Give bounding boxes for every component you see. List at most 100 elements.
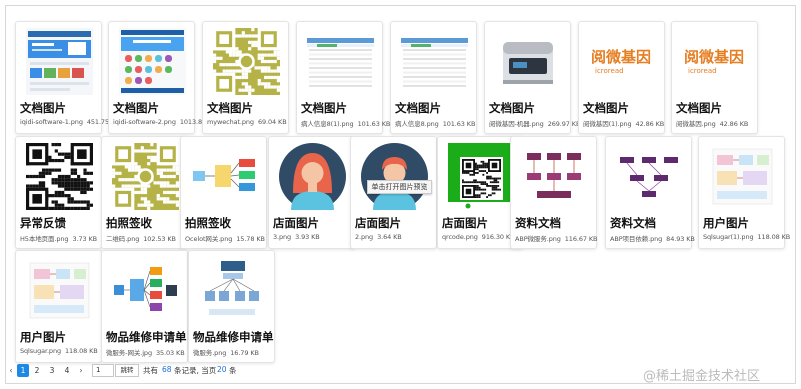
page-suffix: 条 bbox=[229, 366, 237, 375]
file-size: 42.86 KB bbox=[635, 120, 665, 128]
file-meta: mywechat.png 69.04 KB bbox=[207, 118, 287, 126]
file-title: 异常反馈 bbox=[20, 216, 66, 230]
file-thumbnail[interactable] bbox=[119, 28, 186, 95]
file-meta: ABP微服务.png 116.67 KB bbox=[515, 233, 598, 243]
file-meta: 阅微基因.png 42.86 KB bbox=[676, 118, 748, 128]
file-size: 116.67 KB bbox=[564, 235, 598, 243]
file-card[interactable]: 文档图片 mywechat.png 69.04 KB bbox=[202, 21, 289, 134]
file-thumbnail[interactable] bbox=[616, 143, 683, 210]
file-thumbnail[interactable] bbox=[112, 143, 179, 210]
file-name: 阅微基因-机器.png bbox=[489, 120, 544, 128]
file-meta: 3.png 3.93 KB bbox=[273, 233, 320, 241]
file-card[interactable]: 拍照签收二维码.png 102.53 KB bbox=[101, 136, 188, 249]
file-title: 资料文档 bbox=[515, 216, 561, 230]
jump-button[interactable]: 跳转 bbox=[115, 364, 139, 377]
file-name: Sqlsugar(1).png bbox=[703, 233, 754, 241]
page-button-1[interactable]: 1 bbox=[17, 364, 29, 377]
file-thumbnail[interactable] bbox=[199, 257, 266, 324]
file-title: 店面图片 bbox=[355, 216, 401, 230]
svg-text:icroread: icroread bbox=[688, 67, 717, 75]
file-thumbnail[interactable] bbox=[448, 143, 515, 210]
file-name: 阅微基因(1).png bbox=[583, 120, 632, 128]
file-title: 物品维修申请单 bbox=[106, 330, 187, 344]
file-card[interactable]: 拍照签收 Ocelot网关.png 15.78 KB bbox=[180, 136, 267, 249]
file-title: 拍照签收 bbox=[106, 216, 152, 230]
file-card[interactable]: 文档图片 病人信息8.png 101.63 KB bbox=[390, 21, 477, 134]
file-thumbnail[interactable] bbox=[401, 28, 468, 95]
file-size: 84.93 KB bbox=[666, 235, 695, 243]
file-thumbnail[interactable]: 阅微基因 icroread bbox=[682, 28, 749, 95]
file-size: 3.73 KB bbox=[72, 235, 98, 243]
file-card[interactable]: 资料文档 ABP微服务.png 116.67 KB bbox=[510, 136, 598, 249]
file-card[interactable]: 用户图片 Sqlsugar.png 118.08 KB bbox=[15, 250, 102, 363]
file-name: 3.png bbox=[273, 233, 292, 241]
watermark: @稀土掘金技术社区 bbox=[643, 369, 761, 384]
file-card[interactable]: 资料文档 ABP项目依赖.png 84.93 KB bbox=[605, 136, 695, 249]
file-meta: iqidi-software-1.png 451.75 KB bbox=[20, 118, 120, 126]
file-card[interactable]: 物品维修申请单 微服务.png 16.79 KB bbox=[188, 250, 275, 363]
file-meta: 病人信息8(1).png 101.63 KB bbox=[301, 118, 390, 128]
file-card[interactable]: 文档图片 阅微基因-机器.png 269.97 KB bbox=[484, 21, 580, 134]
file-meta: iqidi-software-2.png 1013.87 KB bbox=[113, 118, 217, 126]
file-name: 微服务-网关.jpg bbox=[106, 349, 152, 357]
file-thumbnail[interactable] bbox=[709, 143, 776, 210]
file-size: 102.53 KB bbox=[143, 235, 176, 243]
file-meta: 微服务.png 16.79 KB bbox=[193, 347, 259, 357]
file-size: 101.63 KB bbox=[357, 120, 391, 128]
preview-tooltip: 单击打开图片预览 bbox=[367, 180, 432, 194]
file-name: ABP微服务.png bbox=[515, 235, 561, 243]
file-name: 阅微基因.png bbox=[676, 120, 716, 128]
file-thumbnail[interactable] bbox=[361, 143, 428, 210]
file-size: 118.08 KB bbox=[65, 347, 98, 355]
file-size: 3.93 KB bbox=[295, 233, 320, 241]
file-title: 文档图片 bbox=[207, 101, 253, 115]
file-thumbnail[interactable] bbox=[213, 28, 280, 95]
file-thumbnail[interactable] bbox=[307, 28, 374, 95]
file-name: 2.png bbox=[355, 233, 374, 241]
file-thumbnail[interactable] bbox=[26, 257, 93, 324]
file-thumbnail[interactable] bbox=[26, 143, 93, 210]
file-name: qrcode.png bbox=[442, 233, 478, 241]
file-size: 69.04 KB bbox=[257, 118, 287, 126]
page-button-4[interactable]: 4 bbox=[61, 364, 73, 377]
file-card[interactable]: 店面图片 3.png 3.93 KB bbox=[268, 136, 355, 249]
chevron-left-icon[interactable]: ‹ bbox=[5, 364, 17, 377]
file-thumbnail[interactable] bbox=[495, 28, 562, 95]
file-title: 文档图片 bbox=[113, 101, 159, 115]
page-button-3[interactable]: 3 bbox=[46, 364, 58, 377]
file-thumbnail[interactable] bbox=[26, 28, 93, 95]
file-title: 店面图片 bbox=[442, 216, 488, 230]
file-thumbnail[interactable] bbox=[521, 143, 588, 210]
file-meta: 微服务-网关.jpg 35.03 KB bbox=[106, 347, 185, 357]
page-button-2[interactable]: 2 bbox=[31, 364, 43, 377]
file-title: 资料文档 bbox=[610, 216, 656, 230]
file-card[interactable]: 用户图片 Sqlsugar(1).png 118.08 KB bbox=[698, 136, 790, 249]
svg-text:icroread: icroread bbox=[595, 67, 624, 75]
file-title: 文档图片 bbox=[301, 101, 347, 115]
svg-text:阅微基因: 阅微基因 bbox=[684, 48, 744, 66]
file-card[interactable]: 异常反馈 H5本地页面.png 3.73 KB bbox=[15, 136, 102, 249]
file-meta: H5本地页面.png 3.73 KB bbox=[20, 233, 97, 243]
file-card[interactable]: 阅微基因 icroread 文档图片 阅微基因(1).png 42.86 KB bbox=[578, 21, 665, 134]
file-title: 文档图片 bbox=[20, 101, 66, 115]
jump-page-input[interactable]: 1 bbox=[92, 364, 114, 377]
file-thumbnail[interactable] bbox=[112, 257, 179, 324]
file-card[interactable]: 文档图片 iqidi-software-2.png 1013.87 KB bbox=[108, 21, 217, 134]
file-meta: 病人信息8.png 101.63 KB bbox=[395, 118, 475, 128]
total-prefix: 共有 bbox=[143, 366, 158, 375]
file-thumbnail[interactable]: 阅微基因 icroread bbox=[589, 28, 656, 95]
file-size: 35.03 KB bbox=[155, 349, 185, 357]
file-size: 3.64 KB bbox=[377, 233, 402, 241]
file-meta: 2.png 3.64 KB bbox=[355, 233, 402, 241]
file-thumbnail[interactable] bbox=[191, 143, 258, 210]
file-card[interactable]: 文档图片病人信息8(1).png 101.63 KB bbox=[296, 21, 390, 134]
file-name: 二维码.png bbox=[106, 235, 140, 243]
chevron-right-icon[interactable]: › bbox=[75, 364, 87, 377]
file-card[interactable]: 阅微基因 icroread 文档图片 阅微基因.png 42.86 KB bbox=[671, 21, 758, 134]
file-meta: Sqlsugar(1).png 118.08 KB bbox=[703, 233, 790, 241]
file-thumbnail[interactable] bbox=[279, 143, 346, 210]
file-size: 42.86 KB bbox=[719, 120, 749, 128]
file-meta: Ocelot网关.png 15.78 KB bbox=[185, 233, 265, 243]
file-card[interactable]: 文档图片 iqidi-software-1.png 451.75 KB bbox=[15, 21, 120, 134]
file-card[interactable]: 物品维修申请单微服务-网关.jpg 35.03 KB bbox=[101, 250, 188, 363]
